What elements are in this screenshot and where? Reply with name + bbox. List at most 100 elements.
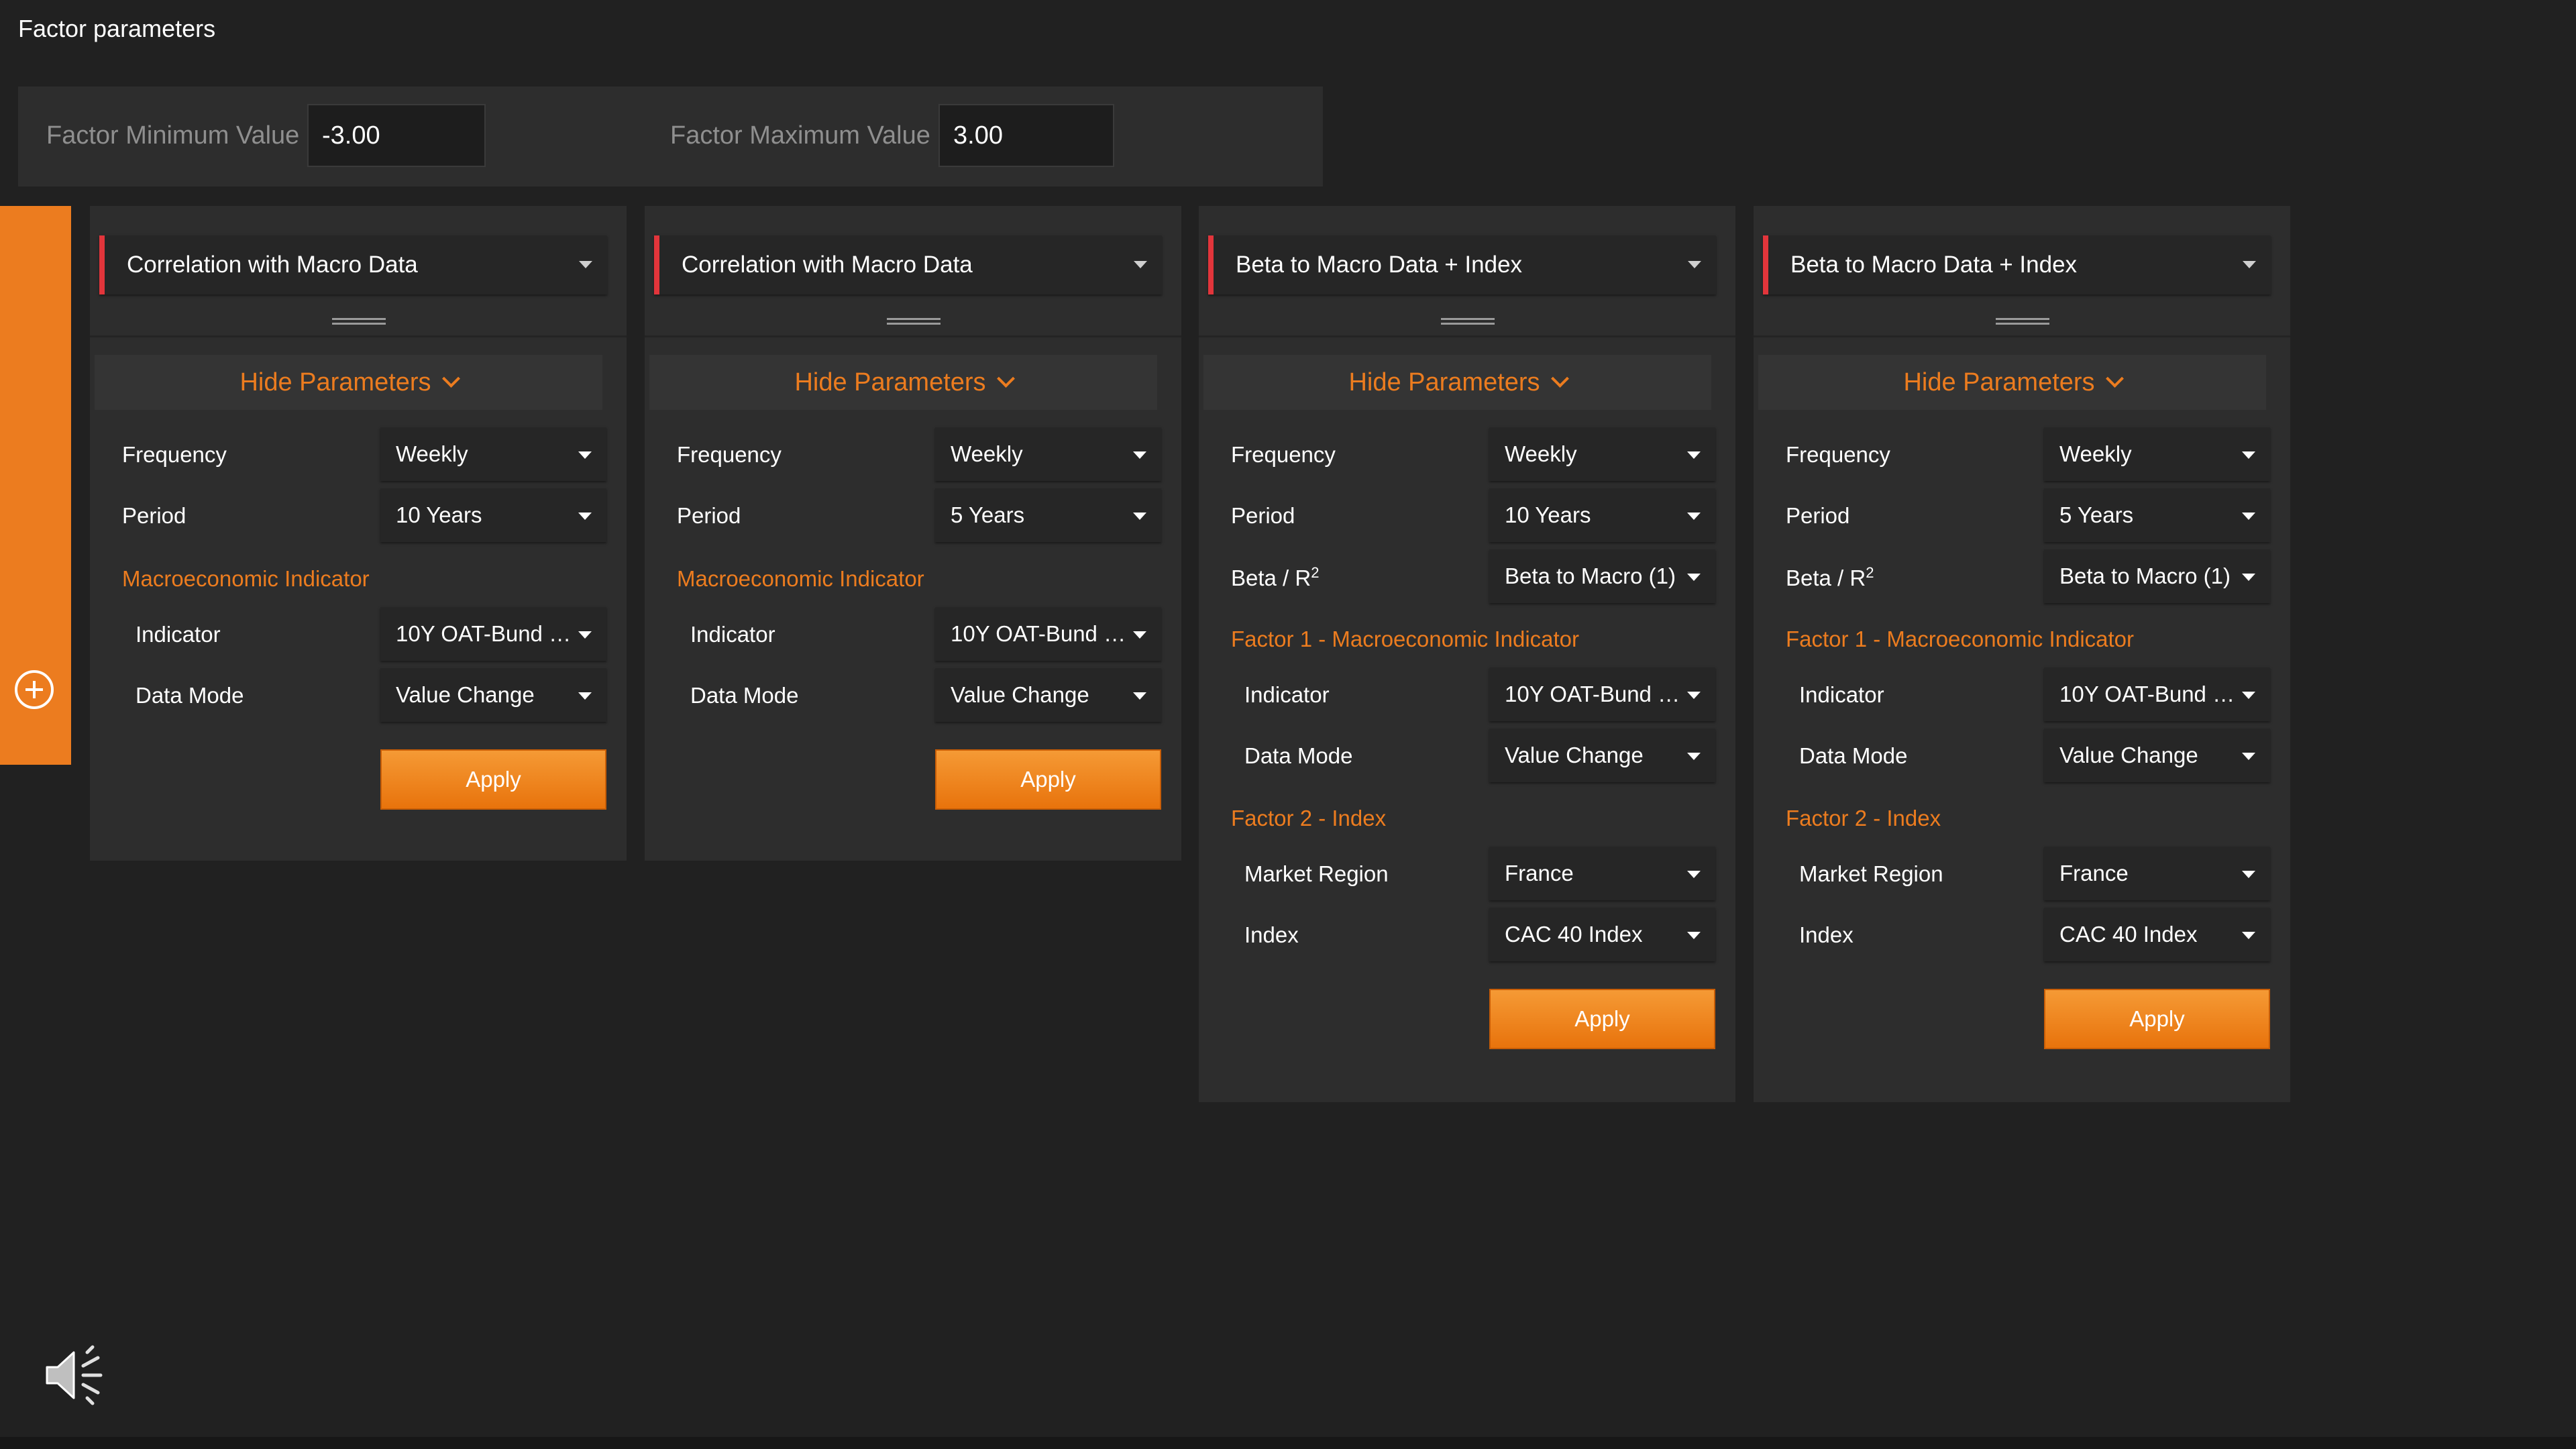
frequency-select[interactable]: Weekly: [380, 427, 606, 481]
period-value: 5 Years: [951, 502, 1025, 527]
factor-type-value: Beta to Macro Data + Index: [1790, 252, 2078, 278]
plus-circle-icon[interactable]: [15, 670, 54, 709]
apply-button[interactable]: Apply: [380, 749, 606, 810]
hide-parameters-label: Hide Parameters: [1903, 368, 2095, 396]
factor-panel-2: Correlation with Macro Data Hide Paramet…: [645, 206, 1181, 861]
section-title-factor-1: Factor 1 - Macroeconomic Indicator: [1786, 627, 2135, 651]
section-title-factor-2: Factor 2 - Index: [1231, 806, 1387, 830]
index-label: Index: [1244, 922, 1299, 947]
hide-parameters-label: Hide Parameters: [1348, 368, 1540, 396]
apply-button[interactable]: Apply: [1489, 989, 1715, 1049]
drag-handle-icon[interactable]: [1996, 318, 2049, 326]
caret-down-icon: [1687, 574, 1701, 581]
caret-down-icon: [578, 631, 592, 639]
caret-down-icon: [578, 692, 592, 700]
data-mode-label: Data Mode: [690, 683, 799, 708]
caret-down-icon: [579, 261, 592, 268]
indicator-label: Indicator: [1244, 682, 1330, 707]
market-region-select[interactable]: France: [2044, 847, 2270, 900]
apply-button[interactable]: Apply: [2044, 989, 2270, 1049]
factor-panel-1: Correlation with Macro Data Hide Paramet…: [90, 206, 627, 861]
speaker-icon[interactable]: [44, 1344, 111, 1406]
caret-down-icon: [1688, 261, 1701, 268]
caret-down-icon: [1133, 631, 1146, 639]
data-mode-value: Value Change: [2059, 743, 2198, 767]
market-region-value: France: [2059, 861, 2129, 885]
market-region-select[interactable]: France: [1489, 847, 1715, 900]
apply-button[interactable]: Apply: [935, 749, 1161, 810]
indicator-label: Indicator: [136, 622, 221, 647]
indicator-value: 10Y OAT-Bund Spread: [2059, 682, 2239, 706]
data-mode-select[interactable]: Value Change: [1489, 729, 1715, 782]
factor-type-value: Correlation with Macro Data: [127, 252, 418, 278]
frequency-select[interactable]: Weekly: [2044, 427, 2270, 481]
indicator-select[interactable]: 10Y OAT-Bund Spread: [380, 607, 606, 661]
factor-range-bar: Factor Minimum Value Factor Maximum Valu…: [18, 87, 1323, 186]
beta-r2-select[interactable]: Beta to Macro (1): [1489, 549, 1715, 603]
index-select[interactable]: CAC 40 Index: [1489, 908, 1715, 961]
frequency-select[interactable]: Weekly: [935, 427, 1161, 481]
index-select[interactable]: CAC 40 Index: [2044, 908, 2270, 961]
indicator-label: Indicator: [690, 622, 775, 647]
market-region-value: France: [1505, 861, 1574, 885]
frequency-value: Weekly: [396, 441, 468, 466]
factor-min-label: Factor Minimum Value: [46, 121, 300, 150]
data-mode-select[interactable]: Value Change: [380, 668, 606, 722]
beta-r2-value: Beta to Macro (1): [1505, 564, 1676, 588]
caret-down-icon: [1687, 513, 1701, 520]
period-select[interactable]: 10 Years: [380, 488, 606, 542]
add-factor-strip[interactable]: [0, 206, 71, 765]
factor-type-value: Beta to Macro Data + Index: [1236, 252, 1523, 278]
indicator-select[interactable]: 10Y OAT-Bund Spread: [1489, 667, 1715, 721]
factor-type-select[interactable]: Correlation with Macro Data: [654, 235, 1162, 294]
indicator-value: 10Y OAT-Bund Spread: [1505, 682, 1684, 706]
frequency-label: Frequency: [1786, 442, 1890, 467]
period-label: Period: [1786, 503, 1850, 528]
drag-handle-icon[interactable]: [1441, 318, 1495, 326]
period-select[interactable]: 5 Years: [2044, 488, 2270, 542]
factor-panel-4: Beta to Macro Data + Index Hide Paramete…: [1754, 206, 2290, 1102]
drag-handle-icon[interactable]: [332, 318, 386, 326]
chevron-down-icon: [996, 370, 1015, 388]
frequency-select[interactable]: Weekly: [1489, 427, 1715, 481]
factor-type-select[interactable]: Beta to Macro Data + Index: [1763, 235, 2271, 294]
indicator-select[interactable]: 10Y OAT-Bund Spread: [935, 607, 1161, 661]
data-mode-value: Value Change: [951, 682, 1089, 707]
caret-down-icon: [1134, 261, 1147, 268]
beta-r2-superscript: 2: [1311, 564, 1320, 581]
beta-r2-superscript: 2: [1866, 564, 1874, 581]
data-mode-select[interactable]: Value Change: [2044, 729, 2270, 782]
caret-down-icon: [1687, 451, 1701, 459]
chevron-down-icon: [1550, 370, 1569, 388]
factor-type-select[interactable]: Beta to Macro Data + Index: [1208, 235, 1716, 294]
period-select[interactable]: 10 Years: [1489, 488, 1715, 542]
drag-handle-icon[interactable]: [887, 318, 941, 326]
factor-max-input[interactable]: [938, 104, 1114, 167]
section-title-factor-1: Factor 1 - Macroeconomic Indicator: [1231, 627, 1580, 651]
frequency-value: Weekly: [951, 441, 1023, 466]
caret-down-icon: [2242, 871, 2255, 878]
index-value: CAC 40 Index: [2059, 922, 2198, 947]
index-label: Index: [1799, 922, 1854, 947]
indicator-value: 10Y OAT-Bund Spread: [951, 621, 1130, 646]
factor-type-select[interactable]: Correlation with Macro Data: [99, 235, 607, 294]
frequency-value: Weekly: [1505, 441, 1577, 466]
caret-down-icon: [1687, 871, 1701, 878]
divider: [645, 335, 1181, 337]
hide-parameters-button[interactable]: Hide Parameters: [95, 355, 602, 410]
hide-parameters-label: Hide Parameters: [239, 368, 431, 396]
hide-parameters-button[interactable]: Hide Parameters: [1758, 355, 2266, 410]
caret-down-icon: [578, 513, 592, 520]
hide-parameters-button[interactable]: Hide Parameters: [649, 355, 1157, 410]
section-title-macro: Macroeconomic Indicator: [122, 566, 370, 591]
hide-parameters-button[interactable]: Hide Parameters: [1203, 355, 1711, 410]
beta-r2-value: Beta to Macro (1): [2059, 564, 2231, 588]
market-region-label: Market Region: [1799, 861, 1943, 886]
factor-min-input[interactable]: [307, 104, 486, 167]
caret-down-icon: [2242, 753, 2255, 760]
data-mode-select[interactable]: Value Change: [935, 668, 1161, 722]
beta-r2-label: Beta / R2: [1231, 564, 1319, 591]
indicator-select[interactable]: 10Y OAT-Bund Spread: [2044, 667, 2270, 721]
period-select[interactable]: 5 Years: [935, 488, 1161, 542]
beta-r2-select[interactable]: Beta to Macro (1): [2044, 549, 2270, 603]
